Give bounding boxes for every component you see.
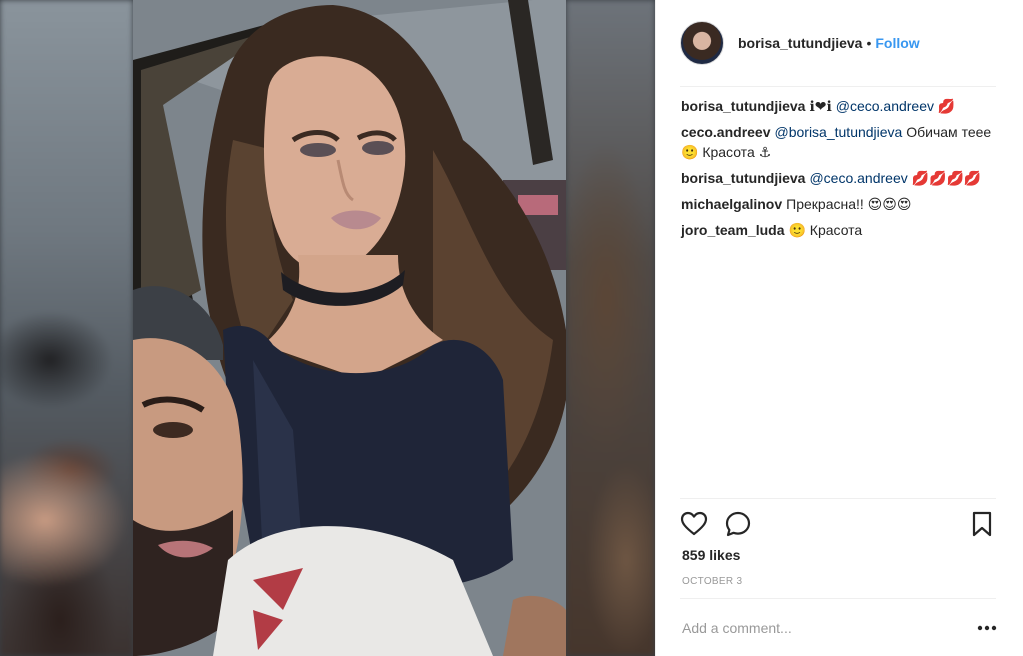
header-separator: • bbox=[866, 35, 872, 51]
comment-username[interactable]: borisa_tutundjieva bbox=[681, 98, 805, 114]
comment-text: ℹ❤ℹ bbox=[809, 98, 832, 114]
add-comment-input[interactable] bbox=[682, 616, 982, 640]
media-blur-left bbox=[0, 0, 133, 656]
post-photo[interactable] bbox=[133, 0, 566, 656]
post-side-panel: borisa_tutundjieva • Follow borisa_tutun… bbox=[655, 0, 1023, 656]
comment-username[interactable]: joro_team_luda bbox=[681, 222, 784, 238]
follow-button[interactable]: Follow bbox=[875, 35, 919, 51]
likes-count[interactable]: 859 likes bbox=[682, 547, 740, 563]
selfie-photo-illustration bbox=[133, 0, 566, 656]
comment-item: borisa_tutundjieva ℹ❤ℹ @ceco.andreev 💋 bbox=[681, 96, 1001, 116]
author-avatar[interactable] bbox=[680, 21, 724, 65]
comment-mention[interactable]: @ceco.andreev bbox=[809, 170, 907, 186]
comment-bubble-icon[interactable] bbox=[724, 510, 752, 538]
header-divider bbox=[680, 86, 996, 87]
comment-mention[interactable]: @ceco.andreev bbox=[836, 98, 934, 114]
post-date: OCTOBER 3 bbox=[682, 576, 743, 587]
comment-item: ceco.andreev @borisa_tutundjieva Обичам т… bbox=[681, 122, 1001, 162]
comment-text: 🙂 Красота bbox=[788, 222, 863, 238]
post-media[interactable] bbox=[0, 0, 655, 656]
comment-item: borisa_tutundjieva @ceco.andreev 💋💋💋💋 bbox=[681, 168, 1001, 188]
comment-text: 💋💋💋💋 bbox=[911, 170, 982, 186]
comments-list: borisa_tutundjieva ℹ❤ℹ @ceco.andreev 💋 ce… bbox=[681, 96, 1001, 246]
comment-item: michaelgalinov Прекрасна!! 😍😍😍 bbox=[681, 194, 1001, 214]
comment-username[interactable]: ceco.andreev bbox=[681, 124, 771, 140]
comment-emoji: 💋 bbox=[937, 98, 956, 114]
author-username[interactable]: borisa_tutundjieva bbox=[738, 35, 862, 51]
comment-username[interactable]: michaelgalinov bbox=[681, 196, 782, 212]
bookmark-icon[interactable] bbox=[968, 510, 996, 538]
heart-icon[interactable] bbox=[680, 510, 708, 538]
actions-divider bbox=[680, 498, 996, 499]
comment-box-divider bbox=[680, 598, 996, 599]
more-options-icon[interactable] bbox=[975, 620, 999, 636]
comment-username[interactable]: borisa_tutundjieva bbox=[681, 170, 805, 186]
comment-text: Прекрасна!! 😍😍😍 bbox=[786, 196, 912, 212]
post-actions bbox=[680, 508, 996, 540]
media-blur-right bbox=[566, 0, 655, 656]
comment-mention[interactable]: @borisa_tutundjieva bbox=[775, 124, 903, 140]
post-header: borisa_tutundjieva • Follow bbox=[680, 18, 1000, 68]
comment-item: joro_team_luda 🙂 Красота bbox=[681, 220, 1001, 240]
